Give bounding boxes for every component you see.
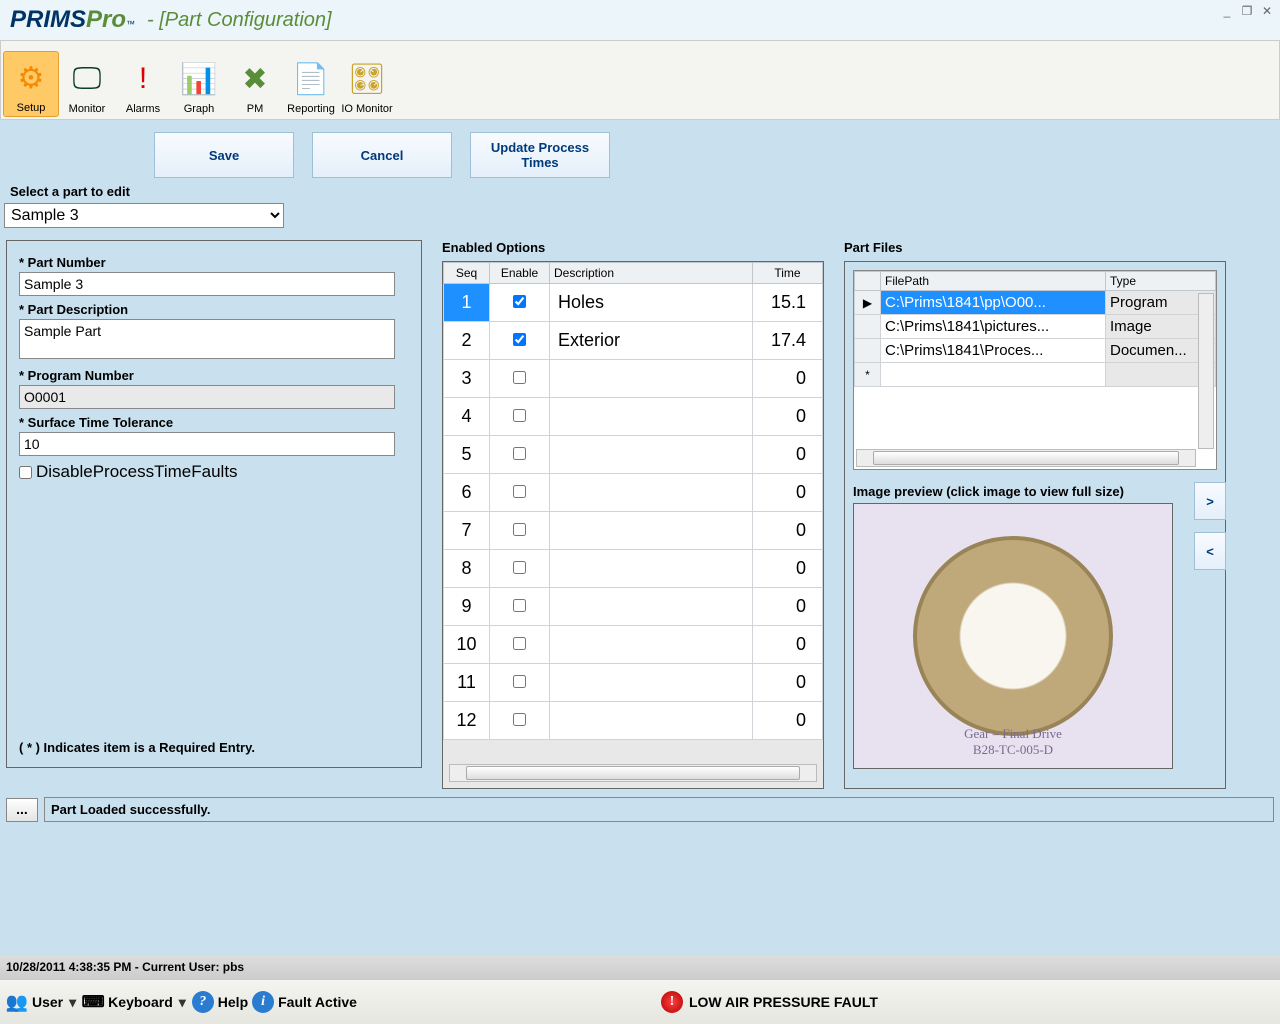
table-row[interactable]: 9 0 bbox=[444, 588, 823, 626]
file-row[interactable]: C:\Prims\1841\Proces...Documen... bbox=[855, 339, 1216, 363]
table-row[interactable]: 2 Exterior 17.4 bbox=[444, 322, 823, 360]
toolbar-setup[interactable]: ⚙Setup bbox=[3, 51, 59, 117]
users-icon: 👥 bbox=[6, 991, 28, 1013]
table-row[interactable]: 7 0 bbox=[444, 512, 823, 550]
enable-checkbox[interactable] bbox=[513, 295, 526, 308]
part-files-grid: FilePath Type ▶C:\Prims\1841\pp\O00...Pr… bbox=[853, 270, 1217, 470]
col-filepath[interactable]: FilePath bbox=[881, 272, 1106, 291]
file-row[interactable]: C:\Prims\1841\pictures...Image bbox=[855, 315, 1216, 339]
window-minimize-icon[interactable]: _ bbox=[1220, 4, 1234, 18]
footer-timeline: 10/28/2011 4:38:35 PM - Current User: pb… bbox=[0, 956, 1280, 980]
program-number-label: * Program Number bbox=[19, 368, 409, 383]
enable-checkbox[interactable] bbox=[513, 637, 526, 650]
window-maximize-icon[interactable]: ❐ bbox=[1240, 4, 1254, 18]
table-row[interactable]: 8 0 bbox=[444, 550, 823, 588]
table-row[interactable]: 12 0 bbox=[444, 702, 823, 740]
part-files-header: Part Files bbox=[844, 240, 1226, 255]
toolbar-pm[interactable]: ✖PM bbox=[227, 53, 283, 117]
preview-caption-line1: Gear – Final Drive bbox=[854, 726, 1172, 742]
program-number-input bbox=[19, 385, 395, 409]
required-entry-note: ( * ) Indicates item is a Required Entry… bbox=[19, 740, 255, 755]
image-preview-label: Image preview (click image to view full … bbox=[853, 484, 1217, 499]
toolbar-io-monitor[interactable]: 🎛IO Monitor bbox=[339, 53, 395, 117]
table-row[interactable]: 10 0 bbox=[444, 626, 823, 664]
info-icon: i bbox=[252, 991, 274, 1013]
file-row[interactable]: * bbox=[855, 363, 1216, 387]
disable-process-faults-checkbox[interactable] bbox=[19, 466, 32, 479]
enable-checkbox[interactable] bbox=[513, 447, 526, 460]
status-message: Part Loaded successfully. bbox=[44, 797, 1274, 822]
enable-checkbox[interactable] bbox=[513, 561, 526, 574]
part-select[interactable]: Sample 3 bbox=[4, 203, 284, 228]
enable-checkbox[interactable] bbox=[513, 599, 526, 612]
toolbar-monitor[interactable]: 🖵Monitor bbox=[59, 53, 115, 117]
main-toolbar: ⚙Setup🖵Monitor!Alarms📊Graph✖PM📄Reporting… bbox=[0, 40, 1280, 120]
window-titlebar: PRIMSPro™ - [Part Configuration] _ ❐ ✕ bbox=[0, 0, 1280, 40]
user-menu[interactable]: User bbox=[32, 994, 63, 1010]
enable-checkbox[interactable] bbox=[513, 371, 526, 384]
options-horizontal-scrollbar[interactable] bbox=[449, 764, 817, 782]
part-number-label: * Part Number bbox=[19, 255, 409, 270]
app-logo: PRIMSPro™ bbox=[10, 6, 135, 34]
part-number-input[interactable] bbox=[19, 272, 395, 296]
col-seq[interactable]: Seq bbox=[444, 263, 490, 284]
keyboard-menu[interactable]: Keyboard bbox=[108, 994, 173, 1010]
table-row[interactable]: 11 0 bbox=[444, 664, 823, 702]
image-next-button[interactable]: > bbox=[1194, 482, 1226, 520]
toolbar-reporting[interactable]: 📄Reporting bbox=[283, 53, 339, 117]
table-row[interactable]: 1 Holes 15.1 bbox=[444, 284, 823, 322]
window-close-icon[interactable]: ✕ bbox=[1260, 4, 1274, 18]
files-vertical-scrollbar[interactable] bbox=[1198, 293, 1214, 449]
enable-checkbox[interactable] bbox=[513, 523, 526, 536]
help-menu[interactable]: Help bbox=[218, 994, 248, 1010]
table-row[interactable]: 3 0 bbox=[444, 360, 823, 398]
file-row[interactable]: ▶C:\Prims\1841\pp\O00...Program bbox=[855, 291, 1216, 315]
update-process-times-button[interactable]: Update Process Times bbox=[470, 132, 610, 178]
part-select-label: Select a part to edit bbox=[10, 184, 1280, 199]
col-time[interactable]: Time bbox=[753, 263, 823, 284]
part-description-label: * Part Description bbox=[19, 302, 409, 317]
enable-checkbox[interactable] bbox=[513, 333, 526, 346]
alarm-text: LOW AIR PRESSURE FAULT bbox=[689, 994, 878, 1010]
part-details-panel: * Part Number * Part Description Sample … bbox=[6, 240, 422, 768]
preview-caption-line2: B28-TC-005-D bbox=[854, 742, 1172, 758]
window-subtitle: - [Part Configuration] bbox=[147, 9, 332, 32]
table-row[interactable]: 4 0 bbox=[444, 398, 823, 436]
help-icon: ? bbox=[192, 991, 214, 1013]
surface-tolerance-input[interactable] bbox=[19, 432, 395, 456]
part-description-input[interactable]: Sample Part bbox=[19, 319, 395, 359]
col-description[interactable]: Description bbox=[550, 263, 753, 284]
enabled-options-grid: Seq Enable Description Time 1 Holes 15.1… bbox=[442, 261, 824, 789]
cancel-button[interactable]: Cancel bbox=[312, 132, 452, 178]
gear-image bbox=[913, 536, 1113, 736]
save-button[interactable]: Save bbox=[154, 132, 294, 178]
part-files-panel: FilePath Type ▶C:\Prims\1841\pp\O00...Pr… bbox=[844, 261, 1226, 789]
toolbar-graph[interactable]: 📊Graph bbox=[171, 53, 227, 117]
alarm-icon: ! bbox=[661, 991, 683, 1013]
enable-checkbox[interactable] bbox=[513, 485, 526, 498]
status-expand-button[interactable]: ... bbox=[6, 798, 38, 822]
enabled-options-header: Enabled Options bbox=[442, 240, 824, 255]
table-row[interactable]: 6 0 bbox=[444, 474, 823, 512]
col-enable[interactable]: Enable bbox=[490, 263, 550, 284]
enable-checkbox[interactable] bbox=[513, 409, 526, 422]
footer-bar: 👥 User▾ ⌨ Keyboard▾ ? Help i Fault Activ… bbox=[0, 980, 1280, 1024]
fault-active-menu[interactable]: Fault Active bbox=[278, 994, 357, 1010]
disable-process-faults-label: DisableProcessTimeFaults bbox=[36, 462, 238, 482]
image-prev-button[interactable]: < bbox=[1194, 532, 1226, 570]
files-horizontal-scrollbar[interactable] bbox=[856, 449, 1196, 467]
surface-tolerance-label: * Surface Time Tolerance bbox=[19, 415, 409, 430]
enable-checkbox[interactable] bbox=[513, 675, 526, 688]
table-row[interactable]: 5 0 bbox=[444, 436, 823, 474]
keyboard-icon: ⌨ bbox=[82, 991, 104, 1013]
col-filetype[interactable]: Type bbox=[1106, 272, 1216, 291]
enable-checkbox[interactable] bbox=[513, 713, 526, 726]
image-preview[interactable]: Gear – Final Drive B28-TC-005-D bbox=[853, 503, 1173, 769]
toolbar-alarms[interactable]: !Alarms bbox=[115, 53, 171, 117]
